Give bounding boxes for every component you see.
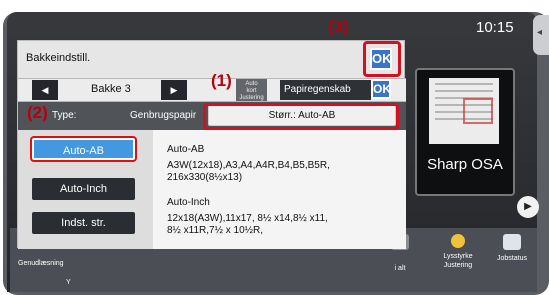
toolbar-label-brightness: Lysstyrke Justering	[443, 253, 473, 269]
document-thumbnail	[429, 78, 499, 144]
auto-ab-button[interactable]: Auto-AB	[30, 136, 137, 162]
device-screen: 10:15 ◂ Sharp OSA ▶ Genudlæsning Y i alt…	[0, 0, 549, 295]
next-tray-button[interactable]: ▶	[161, 80, 187, 100]
next-arrow-icon: ▶	[524, 201, 532, 212]
side-panel-handle[interactable]: ◂	[533, 15, 549, 55]
size-mode-list: Auto-AB Auto-Inch Indst. str.	[18, 130, 153, 249]
callout-label-3: (3)	[328, 17, 349, 36]
callout-label-1: (1)	[211, 71, 232, 90]
info-text-auto-ab: A3W(12x18),A3,A4,A4R,B4,B5,B5R, 216x330(…	[167, 160, 330, 183]
chevron-left-icon: ◂	[537, 27, 543, 38]
callout-box-1	[203, 103, 399, 130]
chevron-left-icon: ◀	[41, 85, 49, 95]
document-preview-tile[interactable]: Sharp OSA	[415, 68, 515, 196]
brightness-icon	[451, 234, 465, 248]
dialog-title: Bakkeindstill.	[26, 52, 91, 64]
bottom-left-label-2: Y	[66, 279, 71, 286]
callout-label-2: (2)	[27, 103, 48, 122]
paper-properties-tab[interactable]: Papiregenskab	[280, 80, 371, 100]
type-label: Type:	[52, 110, 77, 121]
info-title-auto-ab: Auto-AB	[167, 144, 205, 155]
preview-label: Sharp OSA	[427, 156, 503, 173]
toolbar-label-jobstatus: Jobstatus	[497, 255, 527, 262]
paper-properties-ok-button[interactable]: OK	[371, 79, 391, 99]
auto-adjust-tab[interactable]: Auto kort Justering	[236, 79, 267, 101]
job-status-icon	[503, 234, 521, 250]
info-text-auto-inch: 12x18(A3W),11x17, 8½ x14,8½ x11, 8½ x11R…	[167, 213, 328, 236]
tray-label: Bakke 3	[91, 83, 131, 95]
bottom-left-label: Genudlæsning	[18, 260, 64, 267]
auto-inch-button[interactable]: Auto-Inch	[32, 178, 135, 200]
chevron-right-icon: ▶	[170, 85, 178, 95]
toolbar-item-brightness[interactable]: Lysstyrke Justering	[430, 234, 486, 270]
type-value: Genbrugspapir	[130, 110, 197, 121]
info-title-auto-inch: Auto-Inch	[167, 197, 210, 208]
clock: 10:15	[476, 19, 514, 36]
next-page-button[interactable]: ▶	[517, 196, 539, 218]
previous-tray-button[interactable]: ◀	[32, 80, 58, 100]
callout-box-3	[363, 41, 401, 77]
set-size-button[interactable]: Indst. str.	[32, 212, 135, 234]
toolbar-label-total: i alt	[394, 265, 406, 272]
toolbar-item-jobstatus[interactable]: Jobstatus	[484, 234, 540, 263]
size-info-panel: Auto-AB A3W(12x18),A3,A4,A4R,B4,B5,B5R, …	[153, 130, 406, 249]
